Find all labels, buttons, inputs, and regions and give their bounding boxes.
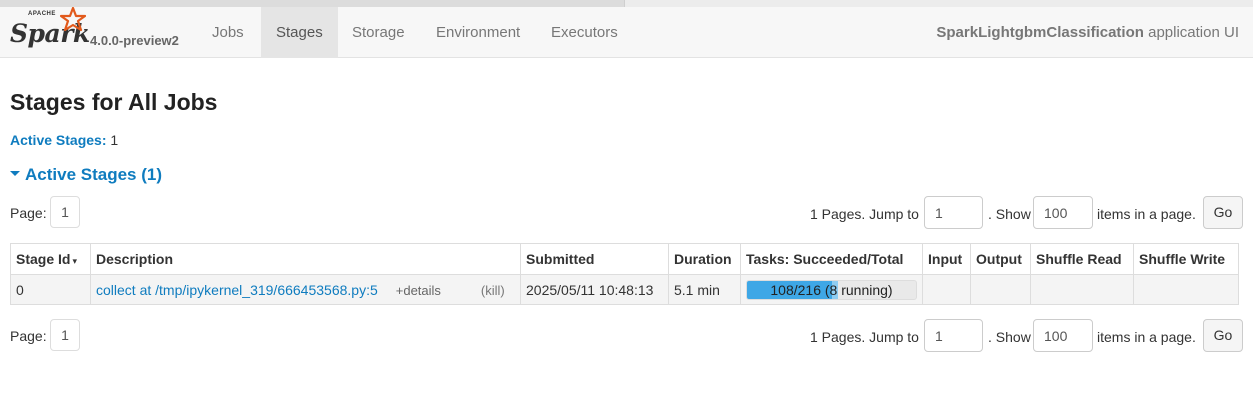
cell-description: collect at /tmp/ipykernel_319/666453568.… <box>90 274 521 305</box>
items-text: items in a page. <box>1097 206 1196 222</box>
browser-tab-left[interactable] <box>0 0 624 7</box>
spark-star-icon <box>60 7 86 32</box>
tasks-progress-bar: 108/216 (8 running) <box>746 279 917 300</box>
pager-bottom: Page: 1 1 Pages. Jump to . Show items in… <box>10 319 1243 353</box>
sort-desc-icon: ▾ <box>72 256 77 266</box>
section-title: Active Stages (1) <box>25 165 162 184</box>
cell-input <box>922 274 971 305</box>
page-link[interactable]: 1 <box>50 196 80 228</box>
tasks-progress-text: 108/216 (8 running) <box>770 281 893 298</box>
header-duration[interactable]: Duration <box>668 243 741 275</box>
tab-stages[interactable]: Stages <box>261 7 338 58</box>
cell-output <box>970 274 1031 305</box>
header-submitted[interactable]: Submitted <box>520 243 669 275</box>
pager-top: Page: 1 1 Pages. Jump to . Show items in… <box>10 196 1243 230</box>
active-stages-link[interactable]: Active Stages: <box>10 132 106 148</box>
show-text: . Show <box>988 206 1031 222</box>
page-label: Page: <box>10 328 47 344</box>
tab-storage[interactable]: Storage <box>337 7 420 58</box>
page-size-input[interactable] <box>1033 319 1093 352</box>
browser-tab-right[interactable] <box>624 0 1253 7</box>
header-output[interactable]: Output <box>970 243 1031 275</box>
page-size-input[interactable] <box>1033 196 1093 229</box>
navbar: APACHE Spark 4.0.0-preview2 Jobs Stages … <box>0 7 1253 58</box>
app-name: SparkLightgbmClassification <box>936 24 1144 41</box>
header-tasks[interactable]: Tasks: Succeeded/Total <box>740 243 923 275</box>
header-shuffle-write[interactable]: Shuffle Write <box>1133 243 1239 275</box>
tab-jobs[interactable]: Jobs <box>197 7 259 58</box>
show-text: . Show <box>988 329 1031 345</box>
cell-submitted: 2025/05/11 10:48:13 <box>520 274 669 305</box>
jump-to-page-input[interactable] <box>924 196 983 229</box>
cell-shuffle-read <box>1030 274 1134 305</box>
page-label: Page: <box>10 205 47 221</box>
browser-tab-strip <box>0 0 1253 7</box>
cell-duration: 5.1 min <box>668 274 741 305</box>
spark-version: 4.0.0-preview2 <box>90 33 179 48</box>
pages-text: 1 Pages. Jump to <box>810 329 919 345</box>
active-stages-toggle[interactable]: Active Stages (1) <box>10 165 162 185</box>
active-stages-count: 1 <box>106 132 119 148</box>
caret-down-icon <box>10 171 20 177</box>
stages-table: Stage Id ▾ Description Submitted Duration… <box>10 243 1239 305</box>
table-row: 0 collect at /tmp/ipykernel_319/66645356… <box>10 274 1239 305</box>
spark-logo[interactable]: APACHE Spark 4.0.0-preview2 <box>8 7 198 58</box>
stage-description-link[interactable]: collect at /tmp/ipykernel_319/666453568.… <box>96 282 378 298</box>
go-button[interactable]: Go <box>1203 196 1243 229</box>
cell-shuffle-write <box>1133 274 1239 305</box>
pages-text: 1 Pages. Jump to <box>810 206 919 222</box>
cell-tasks: 108/216 (8 running) <box>740 274 923 305</box>
cell-stage-id: 0 <box>10 274 91 305</box>
header-description[interactable]: Description <box>90 243 521 275</box>
app-suffix: application UI <box>1143 24 1239 41</box>
items-text: items in a page. <box>1097 329 1196 345</box>
jump-to-page-input[interactable] <box>924 319 983 352</box>
header-shuffle-read[interactable]: Shuffle Read <box>1030 243 1134 275</box>
header-stage-id[interactable]: Stage Id ▾ <box>10 243 91 275</box>
details-toggle[interactable]: +details <box>396 283 441 298</box>
header-input[interactable]: Input <box>922 243 971 275</box>
table-header-row: Stage Id ▾ Description Submitted Duration… <box>10 243 1239 275</box>
pager-controls: 1 Pages. Jump to . Show items in a page.… <box>810 319 1243 353</box>
brand-apache: APACHE <box>28 11 56 17</box>
app-title: SparkLightgbmClassification application … <box>936 7 1239 58</box>
page-title: Stages for All Jobs <box>10 89 218 115</box>
pager-controls: 1 Pages. Jump to . Show items in a page.… <box>810 196 1243 230</box>
kill-link[interactable]: (kill) <box>481 283 505 298</box>
page-link[interactable]: 1 <box>50 319 80 351</box>
tab-environment[interactable]: Environment <box>421 7 535 58</box>
go-button[interactable]: Go <box>1203 319 1243 352</box>
active-stages-summary: Active Stages: 1 <box>10 132 118 148</box>
tab-executors[interactable]: Executors <box>536 7 633 58</box>
